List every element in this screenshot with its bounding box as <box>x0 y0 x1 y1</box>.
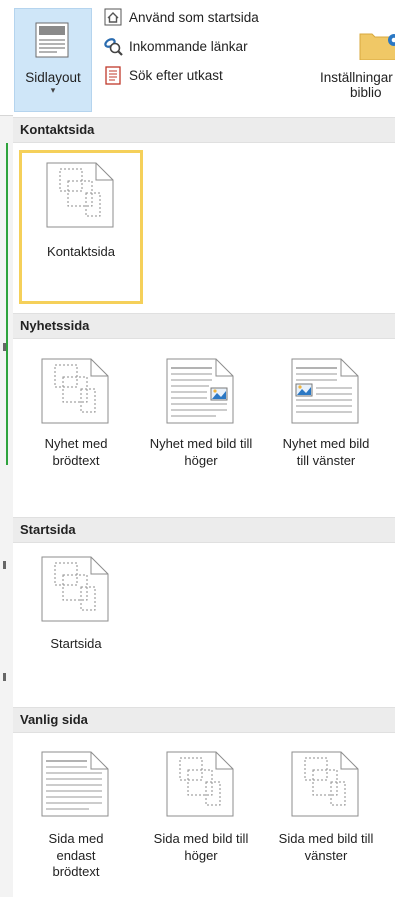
green-indicator <box>6 143 8 465</box>
chevron-down-icon: ▾ <box>50 85 56 95</box>
layout-news-image-left[interactable]: Nyhet med bild till vänster <box>264 351 388 501</box>
layout-label: Startsida <box>50 636 102 651</box>
layout-label: Nyhet med bild till vänster <box>282 436 370 468</box>
layout-page-image-left[interactable]: Sida med bild till vänster <box>264 745 388 895</box>
layout-news-bodytext[interactable]: Nyhet med brödtext <box>14 351 138 501</box>
settings-label: Inställningar <box>320 70 393 85</box>
page-layout-icon <box>35 22 69 58</box>
section-header-contact: Kontaktsida <box>13 117 395 143</box>
settings-label-2: biblio <box>350 85 382 100</box>
layout-label: Kontaktsida <box>47 244 115 259</box>
page-image-left-thumbnail-icon <box>291 358 359 424</box>
layout-start-page[interactable]: Startsida <box>14 551 138 663</box>
use-as-home-label: Använd som startsida <box>129 9 259 25</box>
edge-tick <box>3 561 6 569</box>
layout-label: Sida med bild till höger <box>153 831 249 863</box>
layout-label: Sida med bild till vänster <box>278 831 374 863</box>
find-drafts-icon <box>103 65 123 85</box>
incoming-links-icon <box>103 36 123 56</box>
generic-page-thumbnail-icon <box>291 751 359 817</box>
layout-page-text-only[interactable]: Sida med endast brödtext <box>14 745 138 895</box>
layout-label: Sida med endast brödtext <box>48 831 104 879</box>
find-drafts-label: Sök efter utkast <box>129 67 223 83</box>
generic-page-thumbnail-icon <box>41 556 109 622</box>
use-as-home-button[interactable]: Använd som startsida <box>103 6 259 28</box>
section-header-start: Startsida <box>13 517 395 543</box>
page-layout-gallery: Kontaktsida Kontaktsida Nyhetssida Nyhet… <box>13 115 395 897</box>
find-drafts-button[interactable]: Sök efter utkast <box>103 64 223 86</box>
incoming-links-label: Inkommande länkar <box>129 38 248 54</box>
page-layout-label: Sidlayout <box>25 70 81 85</box>
generic-page-thumbnail-icon <box>46 162 114 228</box>
page-image-right-thumbnail-icon <box>166 358 234 424</box>
left-strip <box>0 115 13 897</box>
page-layout-button[interactable]: Sidlayout ▾ <box>14 8 92 112</box>
layout-contact-page[interactable]: Kontaktsida <box>19 150 143 304</box>
folder-gear-icon <box>359 33 395 60</box>
section-header-regular: Vanlig sida <box>13 707 395 733</box>
text-page-thumbnail-icon <box>41 751 109 817</box>
home-page-icon <box>103 7 123 27</box>
edge-tick <box>3 673 6 681</box>
edge-tick <box>3 343 6 351</box>
library-settings-button[interactable]: Inställningar biblio <box>318 8 395 112</box>
section-header-news: Nyhetssida <box>13 313 395 339</box>
generic-page-thumbnail-icon <box>41 358 109 424</box>
layout-news-image-right[interactable]: Nyhet med bild till höger <box>139 351 263 501</box>
layout-page-image-right[interactable]: Sida med bild till höger <box>139 745 263 895</box>
incoming-links-button[interactable]: Inkommande länkar <box>103 35 248 57</box>
layout-label: Nyhet med bild till höger <box>149 436 253 468</box>
generic-page-thumbnail-icon <box>166 751 234 817</box>
ribbon: Sidlayout ▾ Använd som startsida Inkomma… <box>0 0 395 116</box>
layout-label: Nyhet med brödtext <box>44 436 108 468</box>
